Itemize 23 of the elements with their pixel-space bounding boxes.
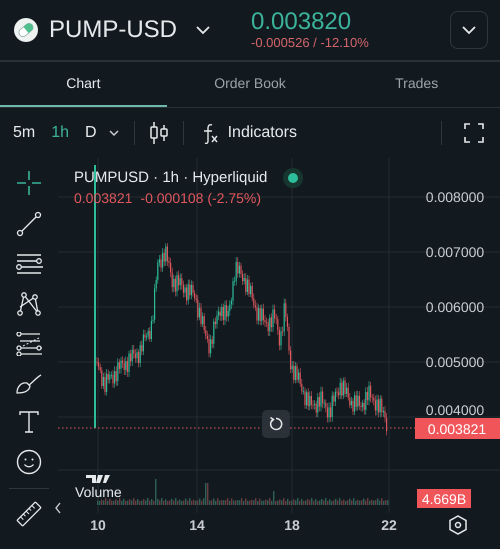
interval-button[interactable]: 5m [8, 124, 40, 142]
indicators-button[interactable]: Indicators [198, 122, 301, 144]
price-change: -0.000526 / -12.10% [251, 35, 370, 50]
legend-change: -0.000108 (-2.75%) [140, 190, 262, 206]
interval-button[interactable]: 1h [46, 124, 74, 142]
volume-label: Volume [75, 484, 122, 500]
price-axis-label: 0.008000 [426, 188, 484, 205]
symbol-title: PUMP-USD [49, 16, 178, 44]
volume-badge: 4.669B [417, 488, 471, 508]
interval-button[interactable]: D [80, 124, 102, 142]
last-price: 0.003820 [251, 9, 352, 36]
price-axis-label: 0.005000 [426, 354, 484, 370]
tab[interactable]: Chart [0, 62, 167, 108]
time-axis-label: 10 [90, 516, 106, 533]
price-axis-label: 0.006000 [426, 298, 484, 315]
tab[interactable]: Order Book [166, 62, 334, 108]
price-axis-label: 0.007000 [426, 244, 484, 260]
price-axis-label: 0.004000 [426, 402, 484, 418]
tab[interactable]: Trades [333, 62, 500, 108]
time-axis-label: 22 [381, 516, 397, 533]
time-axis-label: 14 [189, 516, 205, 533]
time-axis-label: 18 [284, 516, 300, 533]
last-price-badge: 0.003821 [415, 418, 500, 439]
